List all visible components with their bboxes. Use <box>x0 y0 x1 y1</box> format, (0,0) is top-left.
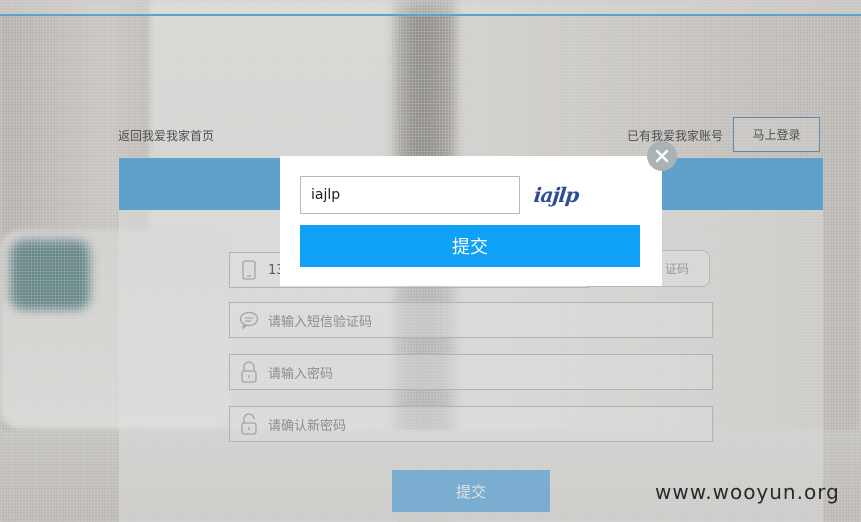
captcha-input[interactable] <box>300 176 520 214</box>
captcha-submit-button[interactable]: 提交 <box>300 225 640 267</box>
watermark: www.wooyun.org <box>655 480 840 504</box>
close-icon[interactable] <box>647 141 677 171</box>
captcha-dialog: iajlp 提交 <box>280 156 662 286</box>
captcha-image[interactable]: iajlp <box>532 178 596 212</box>
